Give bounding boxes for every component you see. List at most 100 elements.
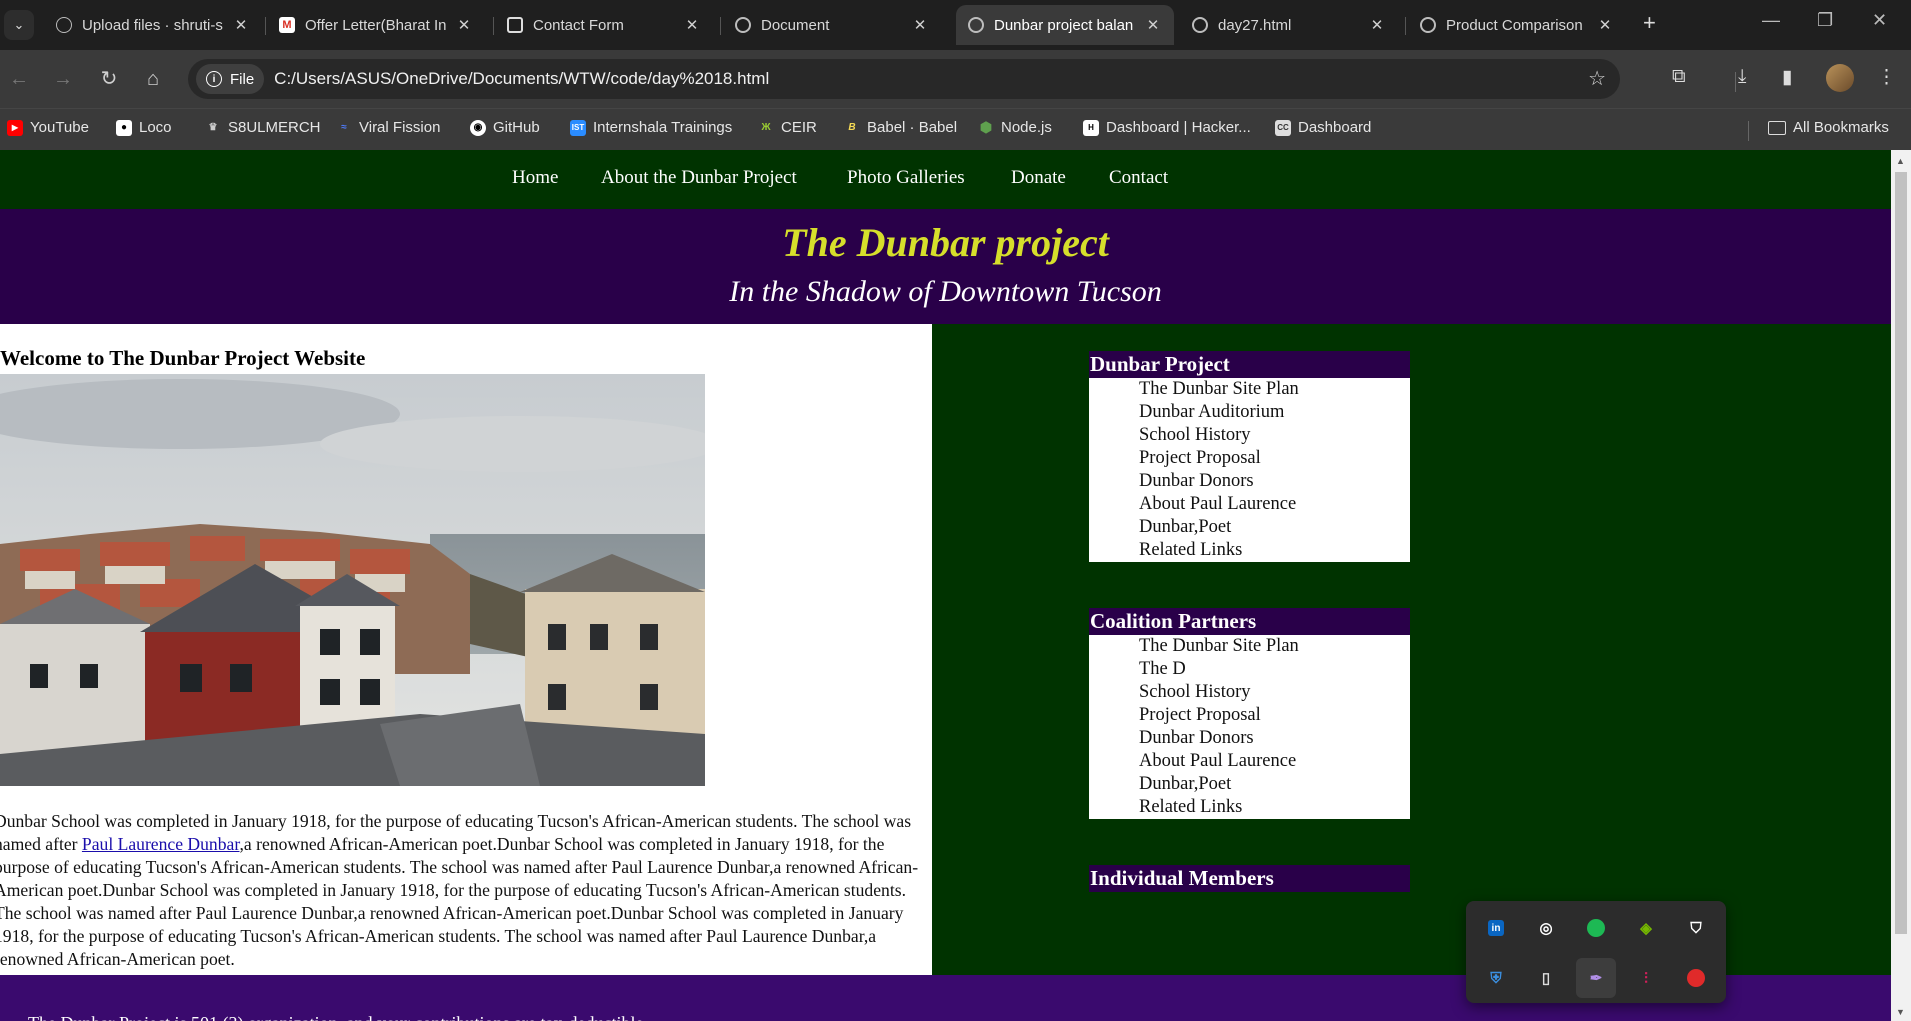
list-item[interactable]: School History (1139, 681, 1410, 704)
discord-icon[interactable]: ◎ (1526, 908, 1566, 948)
nav-home[interactable]: Home (512, 167, 558, 189)
nav-photo-galleries[interactable]: Photo Galleries (847, 167, 965, 189)
tab-contact-form[interactable]: Contact Form ✕ (495, 5, 713, 45)
new-tab-button[interactable]: + (1643, 10, 1656, 36)
bookmark-nodejs[interactable]: ⬢ Node.js (978, 119, 1052, 136)
bookmark-viral-fission[interactable]: ≈ Viral Fission (336, 119, 440, 136)
tray-overflow-popup: in ◎ ◈ ⛉ ⛨ ▯ ✒ ⫶ (1466, 901, 1726, 1003)
bookmark-label: Dashboard | Hacker... (1106, 119, 1251, 136)
dunbar-link[interactable]: Paul Laurence Dunbar (82, 834, 240, 854)
extensions-icon[interactable]: ⧉ (1672, 66, 1686, 88)
profile-avatar[interactable] (1826, 64, 1854, 92)
tab-day27[interactable]: day27.html ✕ (1180, 5, 1398, 45)
list-item[interactable]: The Dunbar Site Plan (1139, 635, 1410, 658)
bookmark-s8ulmerch[interactable]: ♛ S8ULMERCH (205, 119, 321, 136)
usb-drive-icon[interactable]: ▯ (1526, 958, 1566, 998)
coalition-partners-heading: Coalition Partners (1089, 608, 1410, 635)
all-bookmarks-button[interactable]: All Bookmarks (1768, 119, 1889, 136)
bookmark-label: GitHub (493, 119, 540, 136)
list-item[interactable]: Project Proposal (1139, 704, 1410, 727)
close-icon[interactable]: ✕ (1144, 16, 1162, 34)
pen-app-icon[interactable]: ✒ (1576, 958, 1616, 998)
list-item[interactable]: School History (1139, 424, 1410, 447)
tab-document[interactable]: Document ✕ (723, 5, 941, 45)
bookmark-youtube[interactable]: ▶ YouTube (7, 119, 89, 136)
individual-members-box: Individual Members (1089, 865, 1410, 892)
nav-contact[interactable]: Contact (1109, 167, 1168, 189)
site-info-chip[interactable]: i File (196, 64, 265, 94)
list-item[interactable]: Related Links (1139, 539, 1410, 562)
tab-search-button[interactable]: ⌄ (4, 10, 34, 40)
chat-app-icon[interactable] (1676, 958, 1716, 998)
windows-security-icon[interactable]: ⛨ (1476, 958, 1516, 998)
close-icon[interactable]: ✕ (683, 16, 701, 34)
list-item[interactable]: Project Proposal (1139, 447, 1410, 470)
list-item[interactable]: Related Links (1139, 796, 1410, 819)
bookmark-loco[interactable]: ● Loco (116, 119, 172, 136)
close-icon[interactable]: ✕ (232, 16, 250, 34)
bookmark-babel[interactable]: B Babel · Babel (844, 119, 957, 136)
tab-dunbar-project[interactable]: Dunbar project balan ✕ (956, 5, 1174, 45)
bookmark-internshala[interactable]: IST Internshala Trainings (570, 119, 732, 136)
bookmark-github[interactable]: ◉ GitHub (470, 119, 540, 136)
tab-offer-letter[interactable]: M Offer Letter(Bharat In ✕ (267, 5, 485, 45)
bookmark-star-icon[interactable]: ☆ (1588, 66, 1606, 91)
list-item[interactable]: Dunbar,Poet (1139, 773, 1410, 796)
url-text[interactable]: C:/Users/ASUS/OneDrive/Documents/WTW/cod… (274, 69, 769, 89)
scroll-thumb[interactable] (1895, 172, 1907, 934)
bookmark-dashboard[interactable]: CC Dashboard (1275, 119, 1371, 136)
restore-icon[interactable]: ❐ (1817, 10, 1833, 31)
close-icon[interactable]: ✕ (1596, 16, 1614, 34)
bookmark-ceir[interactable]: Ж CEIR (758, 119, 816, 136)
s8ul-icon: ♛ (208, 122, 218, 133)
coalition-partners-box: Coalition Partners The Dunbar Site Plan … (1089, 608, 1410, 819)
minimize-icon[interactable]: — (1762, 10, 1780, 31)
menu-icon[interactable]: ⋮ (1877, 66, 1896, 89)
nav-donate[interactable]: Donate (1011, 167, 1066, 189)
info-icon: i (206, 71, 222, 87)
tab-divider (1405, 17, 1406, 35)
list-item[interactable]: The Dunbar Site Plan (1139, 378, 1410, 401)
tab-product-comparison[interactable]: Product Comparison ✕ (1408, 5, 1626, 45)
globe-icon (1420, 17, 1436, 33)
side-panel-icon[interactable]: ▮ (1782, 66, 1792, 89)
nav-about[interactable]: About the Dunbar Project (601, 167, 797, 189)
codechef-icon: CC (1275, 119, 1291, 136)
window-close-icon[interactable]: ✕ (1872, 10, 1887, 31)
list-item[interactable]: About Paul Laurence (1139, 750, 1410, 773)
forward-icon[interactable]: → (50, 66, 76, 92)
home-icon[interactable]: ⌂ (140, 66, 166, 92)
page-scrollbar[interactable]: ▲ ▼ (1891, 150, 1911, 1021)
ceir-icon: Ж (761, 122, 771, 133)
list-item[interactable]: Dunbar Donors (1139, 470, 1410, 493)
browser-toolbar: ← → ↻ ⌂ i File C:/Users/ASUS/OneDrive/Do… (0, 50, 1911, 108)
close-icon[interactable]: ✕ (455, 16, 473, 34)
download-icon[interactable]: ⤓ (1738, 66, 1746, 88)
shield-app-icon[interactable]: ⛉ (1676, 908, 1716, 948)
nvidia-icon[interactable]: ◈ (1626, 908, 1666, 948)
bookmark-hackerrank[interactable]: H Dashboard | Hacker... (1083, 119, 1251, 136)
site-banner: The Dunbar project In the Shadow of Down… (0, 209, 1891, 324)
scroll-down-icon[interactable]: ▼ (1896, 1007, 1905, 1017)
dunbar-project-heading: Dunbar Project (1089, 351, 1410, 378)
globe-icon (1192, 17, 1208, 33)
codepen-icon (507, 17, 523, 33)
spotify-icon[interactable] (1576, 908, 1616, 948)
linkedin-icon[interactable]: in (1476, 908, 1516, 948)
close-icon[interactable]: ✕ (911, 16, 929, 34)
scroll-up-icon[interactable]: ▲ (1896, 156, 1905, 166)
tab-upload-files[interactable]: Upload files · shruti-s ✕ (44, 5, 262, 45)
list-item[interactable]: Dunbar Auditorium (1139, 401, 1410, 424)
audio-app-icon[interactable]: ⫶ (1626, 958, 1666, 998)
list-item[interactable]: Dunbar,Poet (1139, 516, 1410, 539)
close-icon[interactable]: ✕ (1368, 16, 1386, 34)
reload-icon[interactable]: ↻ (96, 66, 122, 92)
address-bar[interactable]: i File C:/Users/ASUS/OneDrive/Documents/… (188, 59, 1620, 99)
chevron-down-icon: ⌄ (13, 17, 25, 32)
back-icon[interactable]: ← (6, 66, 32, 92)
list-item[interactable]: The D (1139, 658, 1410, 681)
town-photo (0, 374, 705, 786)
list-item[interactable]: About Paul Laurence (1139, 493, 1410, 516)
tab-divider (493, 17, 494, 35)
list-item[interactable]: Dunbar Donors (1139, 727, 1410, 750)
